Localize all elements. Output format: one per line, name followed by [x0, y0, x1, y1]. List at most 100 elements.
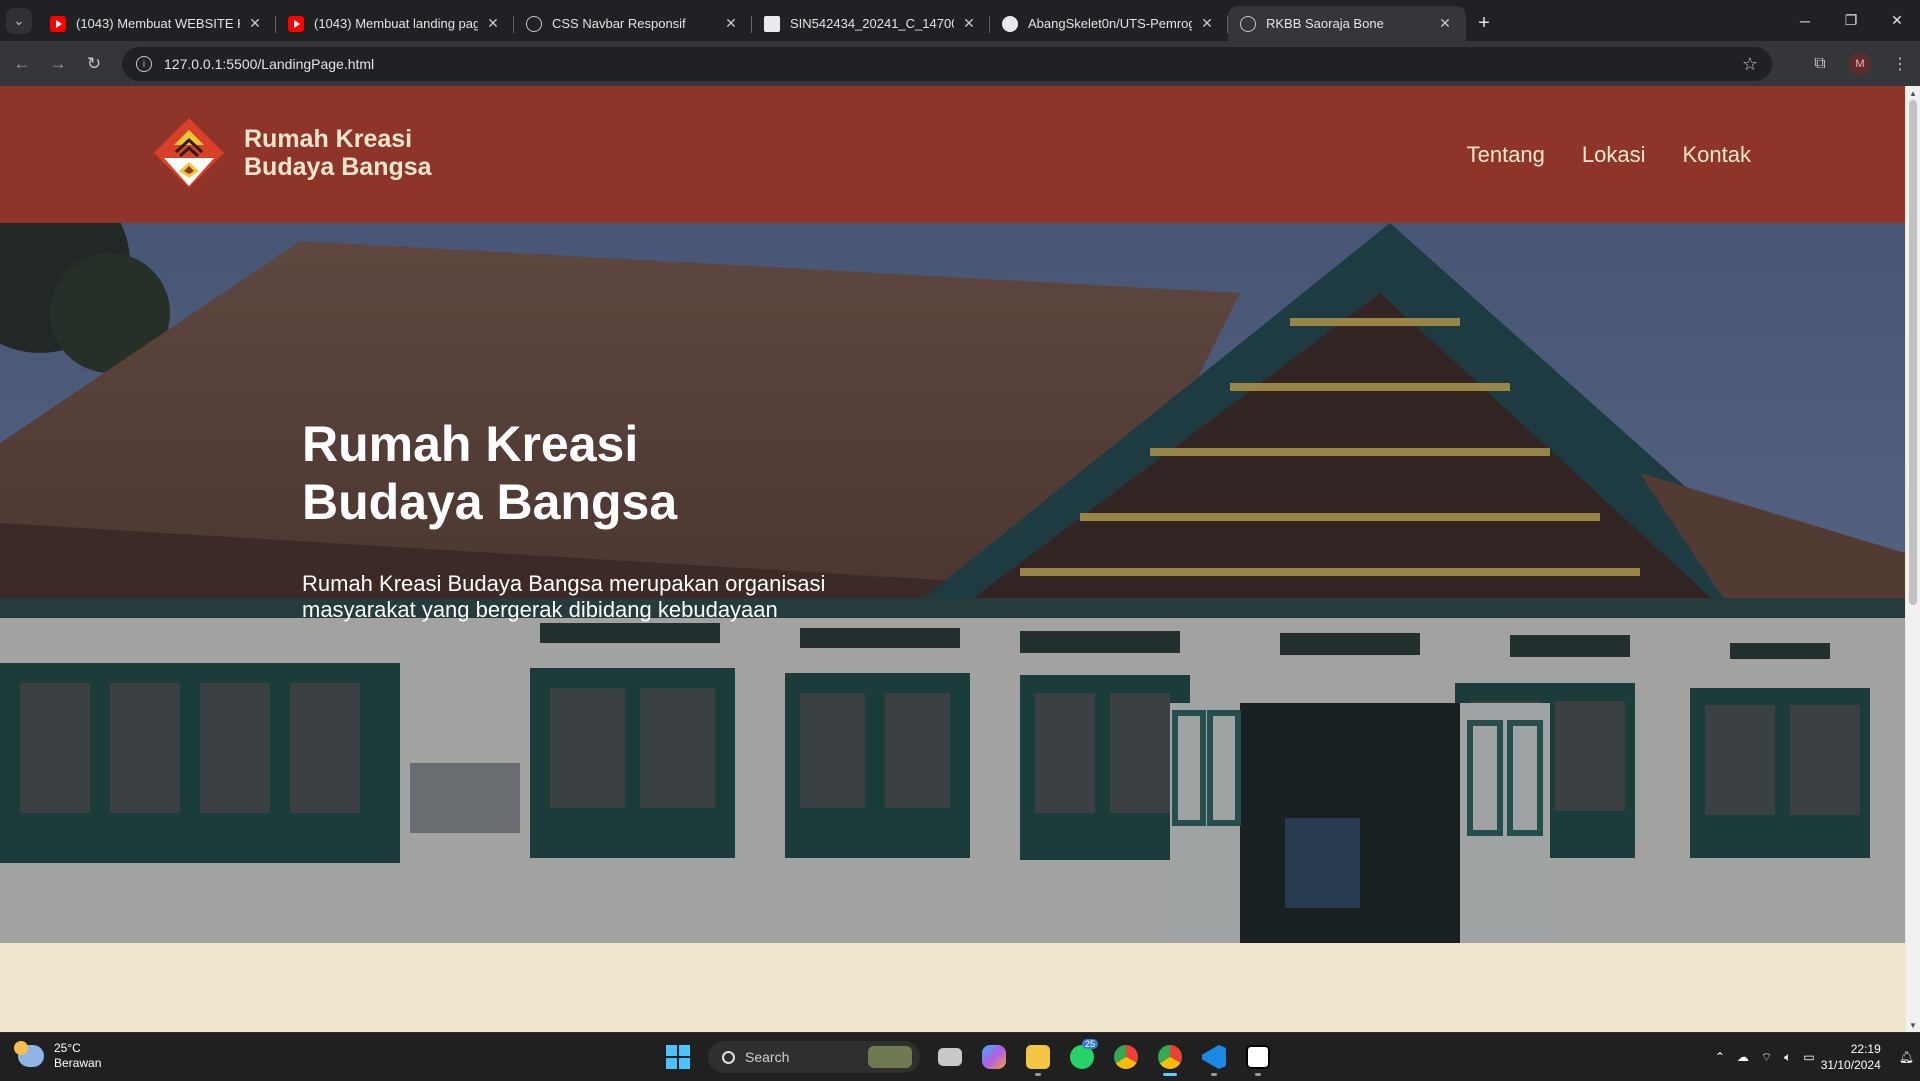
github-icon	[1002, 15, 1018, 32]
bookmark-star-icon[interactable]: ☆	[1742, 54, 1758, 75]
more-menu-icon[interactable]: ⋮	[1880, 54, 1920, 74]
clock[interactable]: 22:19 31/10/2024	[1821, 1041, 1881, 1073]
windows-taskbar: 25°C Berawan Search 25 ⌃ ☁ ⌔ 🔈︎ ▭ 22:19 …	[0, 1032, 1920, 1080]
hero-section: Rumah Kreasi Budaya Bangsa Rumah Kreasi …	[0, 223, 1905, 943]
new-tab-button[interactable]: +	[1466, 6, 1502, 41]
rkbb-logo-icon	[154, 118, 224, 188]
vscode-icon	[1202, 1045, 1226, 1069]
search-label: Search	[745, 1049, 790, 1065]
notion-icon	[1246, 1045, 1270, 1069]
copilot-icon	[982, 1045, 1006, 1069]
browser-tab[interactable]: (1043) Membuat landing page ✕	[276, 6, 514, 41]
file-explorer-button[interactable]	[1016, 1037, 1060, 1077]
scroll-up-arrow-icon[interactable]: ▲	[1906, 86, 1920, 100]
close-icon[interactable]: ✕	[722, 15, 740, 32]
chrome-button[interactable]	[1104, 1037, 1148, 1077]
scroll-down-arrow-icon[interactable]: ▼	[1906, 1018, 1920, 1032]
close-icon[interactable]: ✕	[246, 15, 264, 32]
chrome-icon	[1158, 1045, 1182, 1069]
tab-title: AbangSkelet0n/UTS-Pemrogram	[1028, 16, 1192, 31]
vscode-button[interactable]	[1192, 1037, 1236, 1077]
url-text: 127.0.0.1:5500/LandingPage.html	[164, 56, 375, 72]
brand-name-line2: Budaya Bangsa	[244, 153, 432, 181]
chrome-icon	[1114, 1045, 1138, 1069]
clock-time: 22:19	[1850, 1042, 1881, 1056]
nav-link-tentang[interactable]: Tentang	[1467, 142, 1545, 168]
site-navbar: Rumah Kreasi Budaya Bangsa Tentang Lokas…	[0, 86, 1905, 223]
tab-title: (1043) Membuat landing page	[314, 16, 478, 31]
document-icon	[764, 15, 780, 32]
brand-name-line1: Rumah Kreasi	[244, 125, 413, 153]
minimize-icon[interactable]: ─	[1782, 0, 1828, 41]
profile-avatar[interactable]: M	[1849, 52, 1871, 75]
weather-cloud-icon	[14, 1041, 44, 1067]
search-highlight-image	[868, 1046, 912, 1068]
site-nav-links: Tentang Lokasi Kontak	[1430, 86, 1751, 223]
globe-icon	[526, 15, 542, 32]
hero-title-line2: Budaya Bangsa	[302, 474, 678, 530]
hero-overlay	[0, 223, 1905, 943]
wifi-icon[interactable]: ⌔	[1761, 1050, 1772, 1065]
weather-widget[interactable]: 25°C Berawan	[14, 1041, 102, 1071]
hero-description: Rumah Kreasi Budaya Bangsa merupakan org…	[302, 571, 826, 622]
notion-button[interactable]	[1236, 1037, 1280, 1077]
chevron-up-icon[interactable]: ⌃	[1715, 1050, 1725, 1064]
scrollbar-thumb[interactable]	[1909, 100, 1917, 605]
tab-search-button[interactable]: ⌄	[0, 0, 38, 41]
content-section	[0, 943, 1905, 1032]
taskbar-apps: Search 25	[656, 1037, 1280, 1077]
search-icon	[722, 1050, 735, 1064]
battery-icon[interactable]: ▭	[1803, 1050, 1814, 1064]
site-info-icon[interactable]: i	[136, 56, 152, 72]
notification-badge: 25	[1081, 1039, 1098, 1049]
window-controls: ─ ❐ ✕	[1782, 0, 1920, 41]
browser-tab[interactable]: CSS Navbar Responsif ✕	[514, 6, 752, 41]
brand[interactable]: Rumah Kreasi Budaya Bangsa	[152, 116, 432, 190]
hero-title-line1: Rumah Kreasi	[302, 416, 639, 472]
onedrive-icon[interactable]: ☁	[1737, 1050, 1749, 1064]
tab-title: RKBB Saoraja Bone	[1266, 16, 1384, 31]
chevron-down-icon: ⌄	[6, 7, 32, 34]
back-button[interactable]: ←	[4, 46, 40, 82]
browser-tab-active[interactable]: RKBB Saoraja Bone ✕	[1228, 6, 1466, 41]
close-icon[interactable]: ✕	[1436, 15, 1454, 32]
hero-title: Rumah Kreasi Budaya Bangsa	[302, 415, 902, 531]
close-icon[interactable]: ✕	[1198, 15, 1216, 32]
browser-tab[interactable]: SIN542434_20241_C_14700026 ✕	[752, 6, 990, 41]
folder-icon	[1026, 1045, 1050, 1069]
browser-tab[interactable]: AbangSkelet0n/UTS-Pemrogram ✕	[990, 6, 1228, 41]
reload-button[interactable]: ↻	[76, 46, 112, 82]
youtube-icon	[288, 15, 304, 32]
address-bar[interactable]: i 127.0.0.1:5500/LandingPage.html ☆	[122, 47, 1772, 81]
tab-title: CSS Navbar Responsif	[552, 16, 686, 31]
task-view-icon	[938, 1048, 962, 1066]
browser-toolbar: ← → ↻ i 127.0.0.1:5500/LandingPage.html …	[0, 41, 1920, 86]
close-icon[interactable]: ✕	[960, 15, 978, 32]
nav-link-kontak[interactable]: Kontak	[1683, 142, 1752, 168]
page-viewport: Rumah Kreasi Budaya Bangsa Tentang Lokas…	[0, 86, 1920, 1032]
weather-desc: Berawan	[54, 1056, 102, 1070]
tab-title: (1043) Membuat WEBSITE Kedai	[76, 16, 240, 31]
taskbar-search[interactable]: Search	[708, 1041, 920, 1073]
start-button[interactable]	[656, 1037, 700, 1077]
page-scrollbar[interactable]: ▲ ▼	[1906, 86, 1920, 1032]
system-tray: ⌃ ☁ ⌔ 🔈︎ ▭ 22:19 31/10/2024 🔔︎	[1709, 1033, 1920, 1081]
copilot-button[interactable]	[972, 1037, 1016, 1077]
chrome-profile-button[interactable]	[1148, 1037, 1192, 1077]
windows-logo-icon	[666, 1045, 690, 1069]
close-icon[interactable]: ✕	[484, 15, 502, 32]
extensions-icon[interactable]: ⧉	[1800, 55, 1840, 73]
task-view-button[interactable]	[928, 1037, 972, 1077]
close-window-icon[interactable]: ✕	[1874, 0, 1920, 41]
weather-temp: 25°C	[54, 1041, 81, 1055]
clock-date: 31/10/2024	[1820, 1058, 1881, 1072]
nav-link-lokasi[interactable]: Lokasi	[1582, 142, 1646, 168]
notification-bell-icon[interactable]: 🔔︎	[1899, 1050, 1914, 1064]
globe-icon	[1240, 15, 1256, 32]
restore-icon[interactable]: ❐	[1828, 0, 1874, 41]
browser-tab[interactable]: (1043) Membuat WEBSITE Kedai ✕	[38, 6, 276, 41]
youtube-icon	[50, 15, 66, 32]
forward-button[interactable]: →	[40, 46, 76, 82]
whatsapp-button[interactable]: 25	[1060, 1037, 1104, 1077]
volume-icon[interactable]: 🔈︎	[1784, 1050, 1791, 1065]
